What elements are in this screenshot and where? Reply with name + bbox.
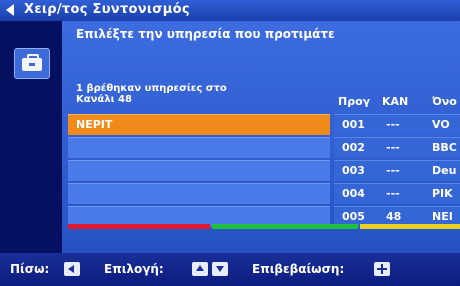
cell-prog: 004 xyxy=(342,187,365,200)
cell-kan: 48 xyxy=(386,210,402,223)
page-title: Χειρ/τος Συντονισμός xyxy=(24,2,190,17)
footer-help-bar: Πίσω: Επιλογή: Επιβεβαίωση: xyxy=(0,253,460,286)
cell-kan: --- xyxy=(386,118,400,131)
footer-confirm-label: Επιβεβαίωση: xyxy=(252,262,345,276)
service-row-selected[interactable]: ΝΕΡΙΤ xyxy=(68,114,330,135)
table-row[interactable]: 002 --- BBC xyxy=(334,137,460,158)
table-row[interactable]: 003 --- Deu xyxy=(334,160,460,181)
cell-prog: 002 xyxy=(342,141,365,154)
found-line-1: 1 βρέθηκαν υπηρεσίες στο xyxy=(76,83,227,94)
green-key-bar xyxy=(212,224,358,229)
back-arrow-icon[interactable] xyxy=(6,4,14,16)
table-row[interactable]: 004 --- ΡΙΚ xyxy=(334,183,460,204)
service-list: ΝΕΡΙΤ xyxy=(68,114,330,229)
left-arrow-key-icon xyxy=(64,262,80,276)
up-arrow-key-icon xyxy=(192,262,208,276)
cell-prog: 005 xyxy=(342,210,365,223)
ok-key-icon xyxy=(374,262,390,276)
toolbox-icon[interactable] xyxy=(14,48,50,79)
cell-name: BBC xyxy=(432,141,457,154)
channel-table-header: Προγ ΚΑΝ Όνο xyxy=(334,95,460,111)
yellow-key-bar xyxy=(360,224,460,229)
main-panel: Επιλέξτε την υπηρεσία που προτιμάτε 1 βρ… xyxy=(62,21,460,253)
cell-name: ΡΙΚ xyxy=(432,187,453,200)
toolbox-latch xyxy=(29,63,35,66)
sidebar xyxy=(0,21,62,253)
cell-prog: 001 xyxy=(342,118,365,131)
tv-menu-screen: Χειρ/τος Συντονισμός Επιλέξτε την υπηρεσ… xyxy=(0,0,460,286)
title-bar: Χειρ/τος Συντονισμός xyxy=(0,0,460,21)
footer-select-label: Επιλογή: xyxy=(104,262,164,276)
cell-name: Deu xyxy=(432,164,457,177)
column-header-name: Όνο xyxy=(432,95,457,108)
column-header-kan: ΚΑΝ xyxy=(382,95,409,108)
cell-kan: --- xyxy=(386,164,400,177)
found-services-text: 1 βρέθηκαν υπηρεσίες στο Κανάλι 48 xyxy=(76,83,316,105)
service-row[interactable] xyxy=(68,160,330,181)
service-row[interactable] xyxy=(68,137,330,158)
column-header-prog: Προγ xyxy=(338,95,371,108)
color-key-bar xyxy=(62,224,460,229)
instruction-text: Επιλέξτε την υπηρεσία που προτιμάτε xyxy=(76,27,335,41)
service-name: ΝΕΡΙΤ xyxy=(76,118,113,131)
down-arrow-key-icon xyxy=(212,262,228,276)
cell-kan: --- xyxy=(386,187,400,200)
channel-table: 001 --- VO 002 --- BBC 003 --- Deu 004 -… xyxy=(334,114,460,229)
footer-back-label: Πίσω: xyxy=(10,262,50,276)
cell-prog: 003 xyxy=(342,164,365,177)
found-line-2: Κανάλι 48 xyxy=(76,94,132,105)
cell-name: ΝΕΙ xyxy=(432,210,453,223)
red-key-bar xyxy=(68,224,210,229)
service-row[interactable] xyxy=(68,183,330,204)
cell-name: VO xyxy=(432,118,450,131)
cell-kan: --- xyxy=(386,141,400,154)
table-row[interactable]: 001 --- VO xyxy=(334,114,460,135)
